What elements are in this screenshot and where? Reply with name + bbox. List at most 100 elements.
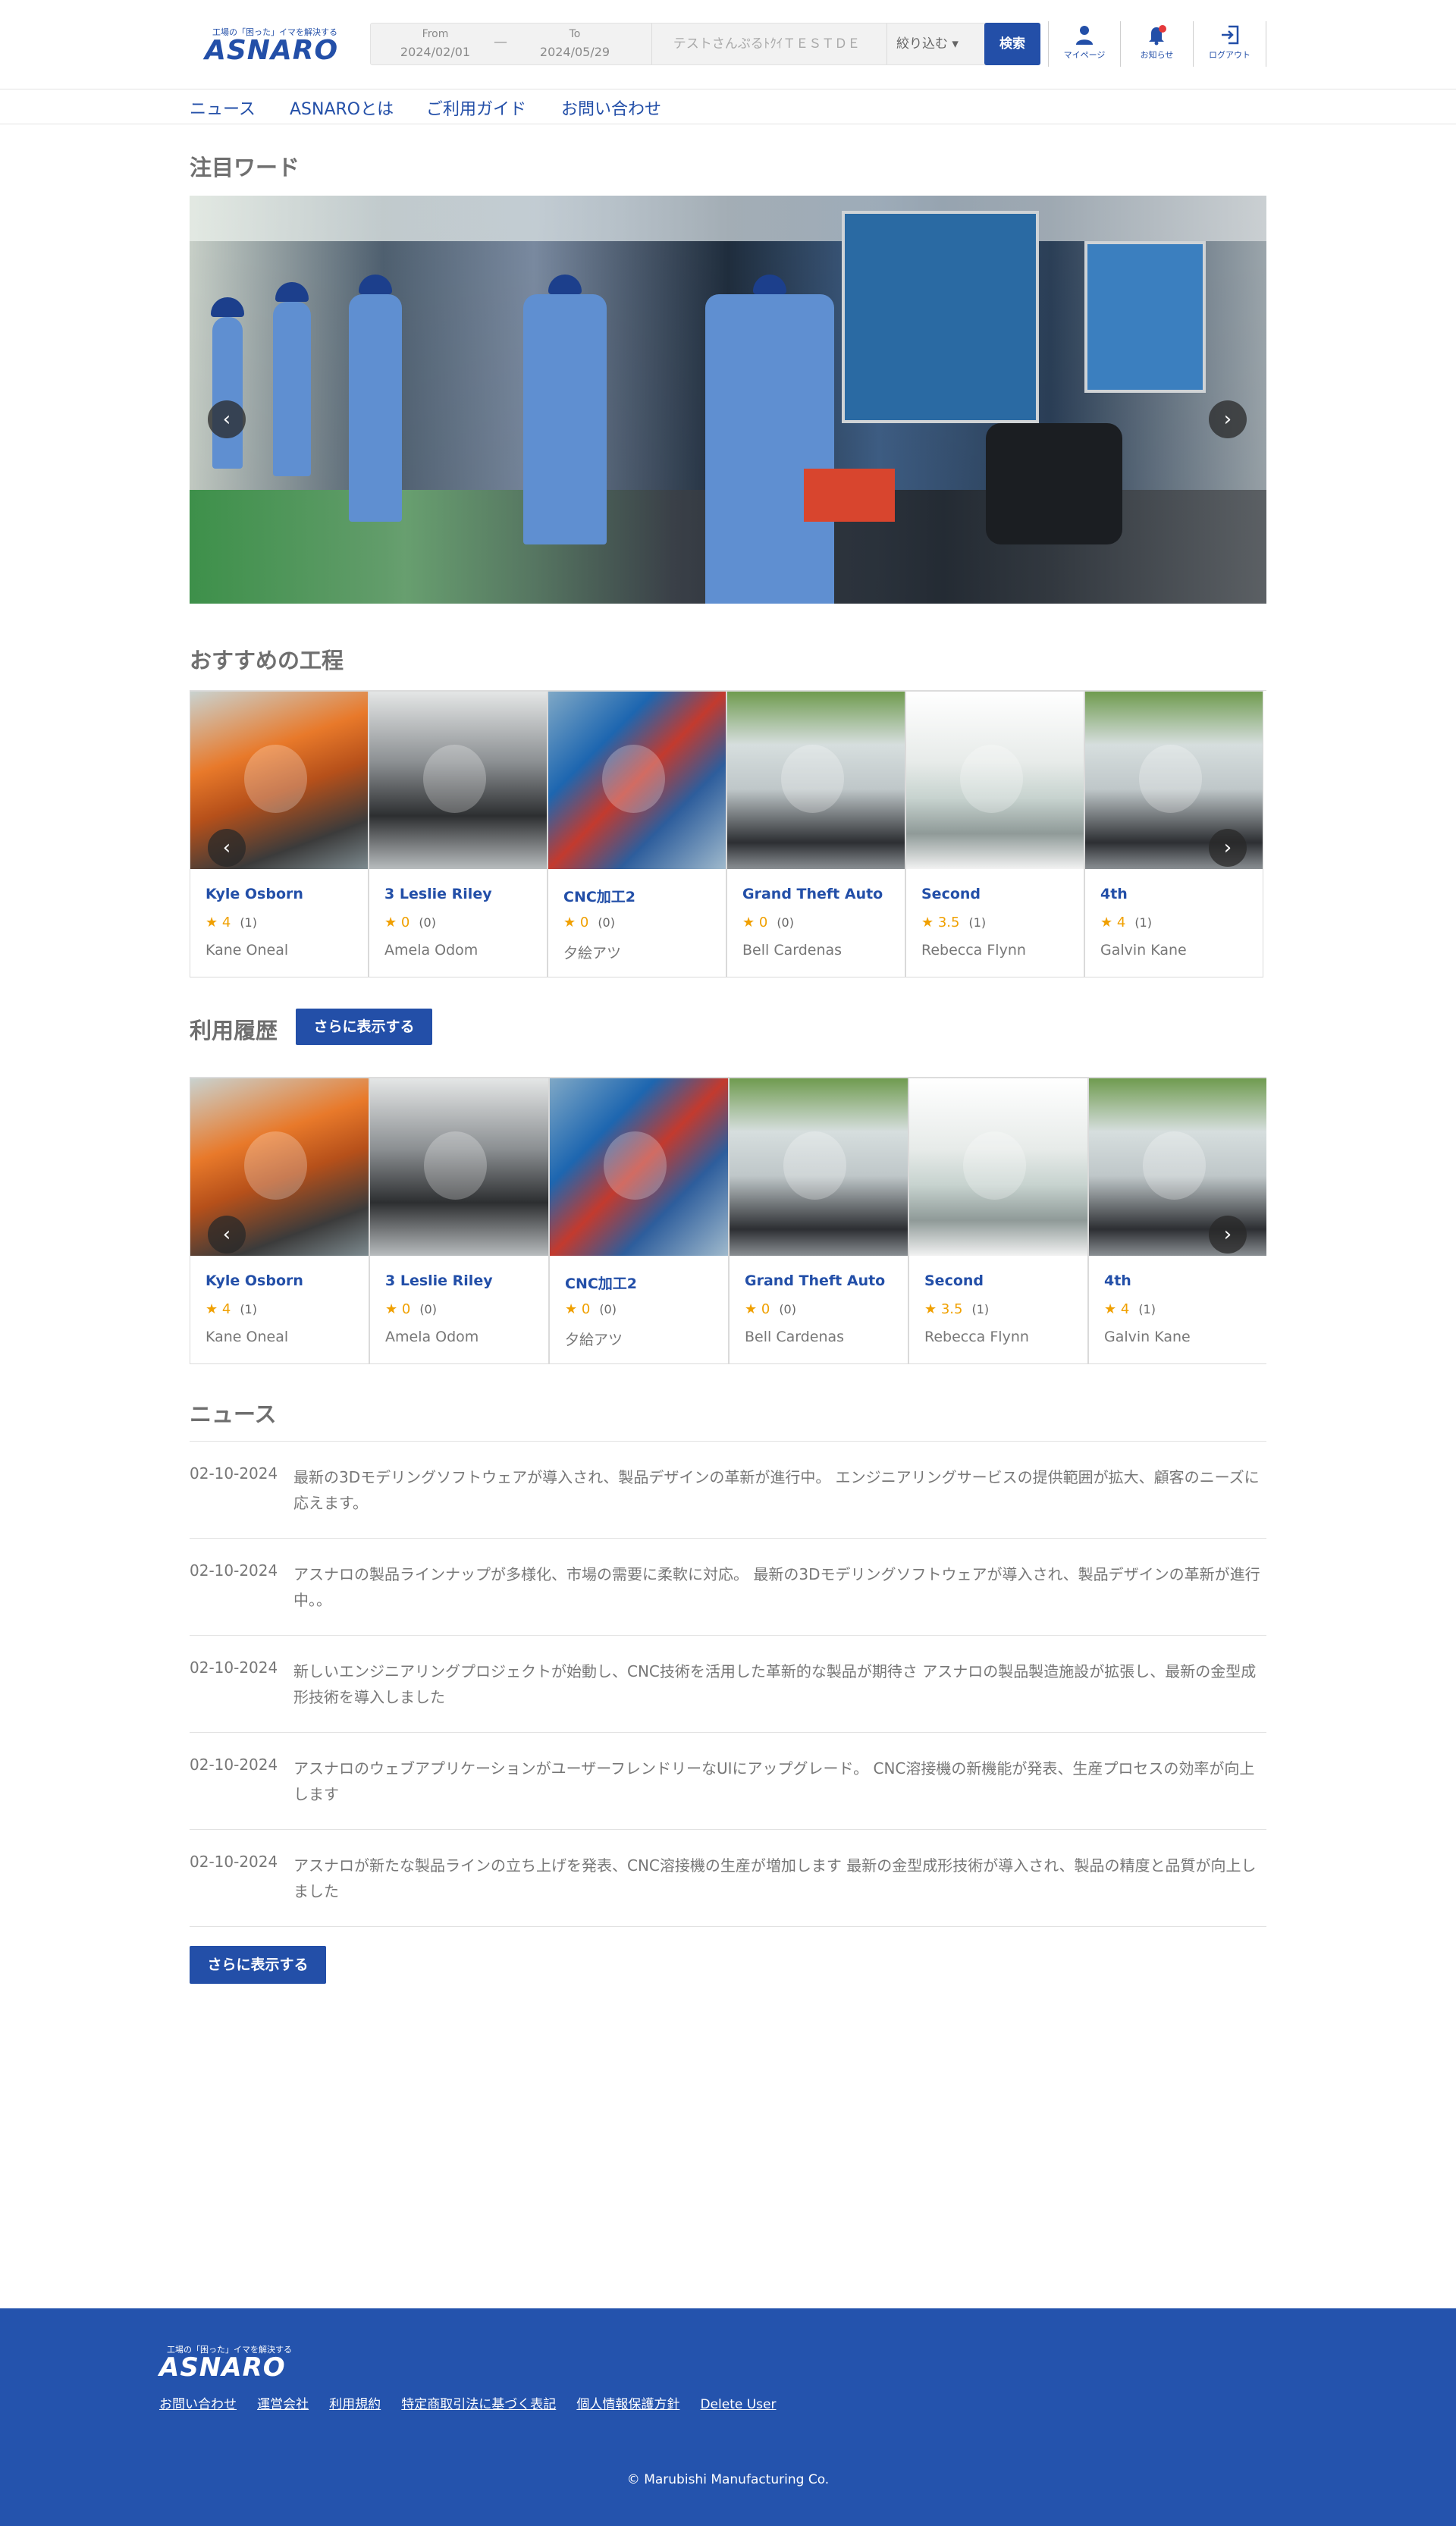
process-name[interactable]: 4th (1100, 886, 1128, 902)
site-footer: 工場の「困った」イマを解決する ASNARO お問い合わせ 運営会社 利用規約 … (0, 2308, 1456, 2526)
rating-count: (0) (599, 1302, 617, 1316)
mypage-button[interactable]: マイページ (1048, 21, 1121, 67)
process-author: Bell Cardenas (745, 1329, 845, 1345)
footer-link-terms[interactable]: 利用規約 (329, 2397, 381, 2412)
history-carousel: Kyle Osborn ★ 4 (1) Kane Oneal 3 Leslie Rile… (190, 1077, 1266, 1365)
process-rating: ★ 4 (1) (206, 1301, 257, 1317)
rating-value: 4 (221, 915, 231, 930)
date-range-dash: — (494, 34, 507, 50)
news-row[interactable]: 02-10-2024 アスナロが新たな製品ラインの立ち上げを発表、CNC溶接機の生… (190, 1830, 1266, 1927)
process-name[interactable]: 3 Leslie Riley (384, 886, 492, 902)
carousel-prev-button[interactable]: ‹ (208, 829, 246, 867)
news-text[interactable]: 最新の3Dモデリングソフトウェアが導入され、製品デザインの革新が進行中。 エンジ… (293, 1464, 1264, 1516)
site-logo[interactable]: 工場の「困った」イマを解決する ASNARO (205, 24, 349, 67)
date-from-field[interactable]: From 2024/02/01 (371, 24, 500, 64)
footer-link-privacy[interactable]: 個人情報保護方針 (576, 2397, 679, 2412)
news-text[interactable]: アスナロが新たな製品ラインの立ち上げを発表、CNC溶接機の生産が増加します 最新… (293, 1853, 1264, 1904)
footer-link-contact[interactable]: お問い合わせ (159, 2397, 237, 2412)
carousel-prev-button[interactable]: ‹ (208, 400, 246, 438)
process-rating: ★ 3.5 (1) (921, 915, 986, 930)
date-to-field[interactable]: To 2024/05/29 (510, 24, 639, 64)
logout-button[interactable]: ログアウト (1194, 21, 1266, 67)
process-name[interactable]: Kyle Osborn (206, 1272, 303, 1289)
thumbnail-shape (423, 745, 486, 813)
process-name[interactable]: Second (924, 1272, 984, 1289)
carousel-next-button[interactable]: › (1209, 400, 1247, 438)
nav-item-guide[interactable]: ご利用ガイド (426, 96, 526, 120)
news-row[interactable]: 02-10-2024 最新の3Dモデリングソフトウェアが導入され、製品デザインの革… (190, 1442, 1266, 1539)
search-button[interactable]: 検索 (984, 23, 1040, 65)
copyright: © Marubishi Manufacturing Co. (626, 2472, 830, 2487)
process-rating: ★ 4 (1) (1100, 915, 1152, 930)
process-author: Galvin Kane (1104, 1329, 1191, 1345)
news-row[interactable]: 02-10-2024 アスナロのウェブアプリケーションがユーザーフレンドリーなUI… (190, 1733, 1266, 1830)
process-name[interactable]: CNC加工2 (563, 886, 635, 906)
history-show-more-button[interactable]: さらに表示する (296, 1009, 432, 1045)
logo-wordmark: ASNARO (205, 35, 339, 66)
news-row[interactable]: 02-10-2024 アスナロの製品ラインナップが多様化、市場の需要に柔軟に対応。… (190, 1539, 1266, 1636)
process-author: Kane Oneal (206, 1329, 289, 1345)
nav-item-news[interactable]: ニュース (190, 96, 256, 120)
news-row[interactable]: 02-10-2024 新しいエンジニアリングプロジェクトが始動し、CNC技術を活用… (190, 1636, 1266, 1733)
rating-count: (1) (240, 915, 257, 930)
nav-item-contact[interactable]: お問い合わせ (561, 96, 661, 120)
carousel-next-button[interactable]: › (1209, 829, 1247, 867)
process-card[interactable]: 3 Leslie Riley ★ 0 (0) Amela Odom (369, 691, 548, 977)
process-name[interactable]: 4th (1104, 1272, 1131, 1289)
process-name[interactable]: Grand Theft Auto (742, 886, 883, 902)
process-name[interactable]: CNC加工2 (565, 1272, 637, 1293)
rating-value: 4 (1120, 1301, 1130, 1317)
hero-worker (705, 275, 834, 604)
date-from-label: From (422, 28, 449, 40)
process-name[interactable]: Grand Theft Auto (745, 1272, 885, 1289)
nav-item-about[interactable]: ASNAROとは (290, 96, 394, 120)
thumbnail-shape (602, 745, 665, 813)
process-card[interactable]: CNC加工2 ★ 0 (0) 夕絵アツ (548, 691, 726, 977)
search-bar: From 2024/02/01 — To 2024/05/29 テストさんぷるﾄ… (370, 23, 1040, 65)
footer-links: お問い合わせ 運営会社 利用規約 特定商取引法に基づく表記 個人情報保護方針 D… (159, 2393, 792, 2412)
footer-link-commerce-law[interactable]: 特定商取引法に基づく表記 (401, 2397, 556, 2412)
news-text[interactable]: 新しいエンジニアリングプロジェクトが始動し、CNC技術を活用した革新的な製品が期… (293, 1658, 1264, 1710)
star-icon: ★ (742, 915, 759, 930)
footer-link-company[interactable]: 運営会社 (257, 2397, 309, 2412)
carousel-next-button[interactable]: › (1209, 1216, 1247, 1254)
recommended-carousel: Kyle Osborn ★ 4 (1) Kane Oneal 3 Leslie Rile… (190, 690, 1266, 978)
star-icon: ★ (921, 915, 938, 930)
process-author: 夕給アツ (565, 1332, 623, 1348)
process-rating: ★ 4 (1) (206, 915, 257, 930)
footer-logo-wordmark: ASNARO (159, 2352, 286, 2383)
carousel-prev-button[interactable]: ‹ (208, 1216, 246, 1254)
rating-count: (0) (777, 915, 794, 930)
thumbnail-shape (963, 1131, 1026, 1200)
hero-worker (523, 275, 607, 544)
news-text[interactable]: アスナロのウェブアプリケーションがユーザーフレンドリーなUIにアップグレード。 … (293, 1756, 1264, 1807)
process-card[interactable]: CNC加工2 ★ 0 (0) 夕給アツ (549, 1078, 729, 1364)
notifications-button[interactable]: お知らせ (1121, 21, 1194, 67)
news-text[interactable]: アスナロの製品ラインナップが多様化、市場の需要に柔軟に対応。 最新の3Dモデリン… (293, 1561, 1264, 1613)
user-icon (1076, 26, 1093, 45)
date-from-value: 2024/02/01 (400, 45, 471, 59)
process-author: Rebecca Flynn (921, 942, 1026, 959)
logout-label: ログアウト (1209, 50, 1250, 60)
footer-link-delete-user[interactable]: Delete User (700, 2397, 776, 2412)
star-icon: ★ (565, 1301, 582, 1317)
process-card[interactable]: Second ★ 3.5 (1) Rebecca Flynn (905, 691, 1084, 977)
hero-ceiling (190, 196, 1266, 241)
process-name[interactable]: Second (921, 886, 981, 902)
process-card[interactable]: Grand Theft Auto ★ 0 (0) Bell Cardenas (729, 1078, 908, 1364)
process-card[interactable]: Grand Theft Auto ★ 0 (0) Bell Cardenas (726, 691, 905, 977)
news-section-title: ニュース (190, 1401, 277, 1427)
process-thumbnail (730, 1078, 908, 1256)
process-name[interactable]: 3 Leslie Riley (385, 1272, 493, 1289)
hero-machine-panel (1084, 241, 1206, 393)
process-name[interactable]: Kyle Osborn (206, 886, 303, 902)
news-show-more-button[interactable]: さらに表示する (190, 1946, 326, 1984)
rating-count: (1) (1138, 1302, 1156, 1316)
filter-dropdown[interactable]: 絞り込む ▾ (890, 24, 965, 64)
process-author: Rebecca Flynn (924, 1329, 1029, 1345)
process-card[interactable]: Second ★ 3.5 (1) Rebecca Flynn (908, 1078, 1088, 1364)
process-card[interactable]: 3 Leslie Riley ★ 0 (0) Amela Odom (369, 1078, 549, 1364)
star-icon: ★ (206, 915, 222, 930)
rating-count: (0) (419, 1302, 437, 1316)
keyword-search-input[interactable]: テストさんぷるﾄｸｲＴＥＳＴＤＥ (653, 24, 880, 64)
